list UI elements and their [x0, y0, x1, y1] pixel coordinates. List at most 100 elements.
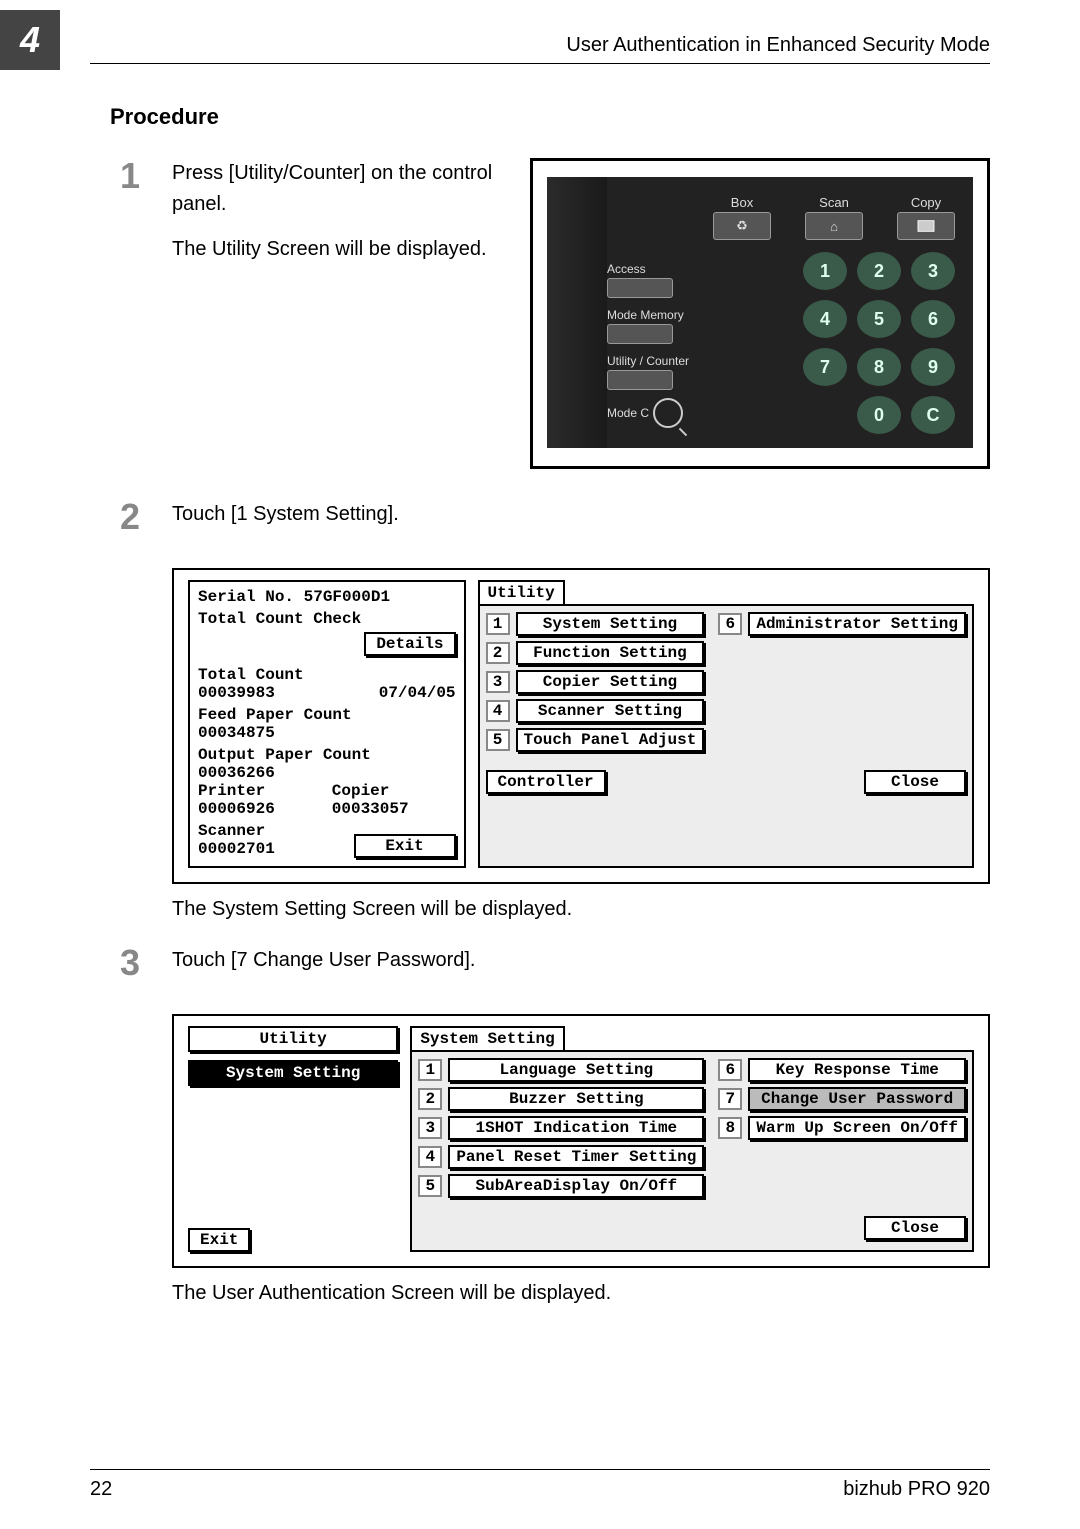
- details-button[interactable]: Details: [364, 632, 455, 656]
- step-2-text: Touch [1 System Setting].: [172, 499, 990, 530]
- scanner-value: 00002701: [198, 840, 275, 858]
- menu-item-2[interactable]: 2 Buzzer Setting: [418, 1087, 704, 1111]
- menu-item-label: Warm Up Screen On/Off: [748, 1116, 966, 1140]
- exit-button-2[interactable]: Exit: [188, 1228, 250, 1252]
- panel-access-button[interactable]: [607, 278, 673, 298]
- step-1-text-b: The Utility Screen will be displayed.: [172, 234, 502, 265]
- step-3-result: The User Authentication Screen will be d…: [172, 1282, 990, 1305]
- copy-icon: [915, 218, 937, 234]
- menu-item-number: 2: [486, 642, 510, 664]
- page-number: 22: [90, 1478, 112, 1501]
- nav-system-setting-button[interactable]: System Setting: [188, 1060, 398, 1086]
- output-paper-value: 00036266: [198, 764, 456, 782]
- menu-item-3[interactable]: 31SHOT Indication Time: [418, 1116, 704, 1140]
- product-name: bizhub PRO 920: [843, 1478, 990, 1501]
- keypad-0-button[interactable]: 0: [857, 396, 901, 434]
- menu-item-label: Buzzer Setting: [448, 1087, 704, 1111]
- keypad-5-button[interactable]: 5: [857, 300, 901, 338]
- serial-no-value: 57GF000D1: [304, 588, 390, 606]
- output-paper-label: Output Paper Count: [198, 746, 456, 764]
- menu-item-label: Touch Panel Adjust: [516, 728, 705, 752]
- copier-label: Copier: [332, 782, 456, 800]
- menu-item-label: Copier Setting: [516, 670, 705, 694]
- keypad-3-button[interactable]: 3: [911, 252, 955, 290]
- menu-item-number: 1: [418, 1059, 442, 1081]
- panel-access-label: Access: [607, 262, 717, 276]
- panel-utility-counter-button[interactable]: [607, 370, 673, 390]
- menu-item-7[interactable]: 7 Change User Password: [718, 1087, 966, 1111]
- menu-item-number: 2: [418, 1088, 442, 1110]
- scanner-icon: ⌂: [830, 219, 838, 234]
- printer-value: 00006926: [198, 800, 322, 818]
- panel-box-label: Box: [713, 195, 771, 210]
- panel-utility-counter-label: Utility / Counter: [607, 354, 717, 368]
- system-setting-title: System Setting: [410, 1026, 564, 1050]
- menu-item-4[interactable]: 4 Panel Reset Timer Setting: [418, 1145, 704, 1169]
- close-button[interactable]: Close: [864, 770, 966, 794]
- serial-no-label: Serial No.: [198, 588, 294, 606]
- recycle-icon: ♻: [736, 218, 748, 234]
- menu-item-number: 6: [718, 1059, 742, 1081]
- keypad-7-button[interactable]: 7: [803, 348, 847, 386]
- numeric-keypad: 123 456 7890C: [803, 252, 955, 434]
- menu-item-number: 8: [718, 1117, 742, 1139]
- feed-paper-value: 00034875: [198, 724, 456, 742]
- step-number-3: 3: [120, 945, 172, 990]
- step-2-result: The System Setting Screen will be displa…: [172, 898, 990, 921]
- step-1-text-a: Press [Utility/Counter] on the control p…: [172, 158, 502, 220]
- keypad-9-button[interactable]: 9: [911, 348, 955, 386]
- panel-mode-memory-button[interactable]: [607, 324, 673, 344]
- keypad-c-button[interactable]: C: [911, 396, 955, 434]
- panel-copy-label: Copy: [897, 195, 955, 210]
- menu-item-number: 5: [418, 1175, 442, 1197]
- magnifier-icon: [653, 398, 683, 428]
- feed-paper-label: Feed Paper Count: [198, 706, 456, 724]
- controller-button[interactable]: Controller: [486, 770, 606, 794]
- system-setting-screen-figure: Utility System Setting Exit System Setti…: [172, 1014, 990, 1268]
- menu-item-1[interactable]: 1Language Setting: [418, 1058, 704, 1082]
- menu-item-number: 4: [486, 700, 510, 722]
- menu-item-label: Function Setting: [516, 641, 705, 665]
- menu-item-number: 4: [418, 1146, 442, 1168]
- menu-item-5[interactable]: 5 SubAreaDisplay On/Off: [418, 1174, 704, 1198]
- total-count-check-label: Total Count Check: [198, 610, 456, 628]
- menu-item-label: Key Response Time: [748, 1058, 966, 1082]
- chapter-tab: 4: [0, 10, 60, 70]
- menu-item-1[interactable]: 1System Setting: [486, 612, 705, 636]
- procedure-heading: Procedure: [110, 104, 990, 130]
- menu-item-3[interactable]: 3 Copier Setting: [486, 670, 705, 694]
- keypad-2-button[interactable]: 2: [857, 252, 901, 290]
- step-number-1: 1: [120, 158, 172, 279]
- menu-item-label: SubAreaDisplay On/Off: [448, 1174, 704, 1198]
- keypad-8-button[interactable]: 8: [857, 348, 901, 386]
- copier-value: 00033057: [332, 800, 456, 818]
- close-button-2[interactable]: Close: [864, 1216, 966, 1240]
- menu-item-number: 6: [718, 613, 742, 635]
- total-count-value: 00039983: [198, 684, 275, 702]
- panel-scan-label: Scan: [805, 195, 863, 210]
- menu-item-number: 3: [486, 671, 510, 693]
- menu-item-6[interactable]: 6Administrator Setting: [718, 612, 966, 636]
- menu-item-5[interactable]: 5Touch Panel Adjust: [486, 728, 705, 752]
- keypad-6-button[interactable]: 6: [911, 300, 955, 338]
- total-count-label: Total Count: [198, 666, 456, 684]
- panel-scan-button[interactable]: Scan ⌂: [805, 195, 863, 240]
- control-panel-figure: Box ♻ Scan ⌂ Copy: [530, 158, 990, 469]
- nav-utility-button[interactable]: Utility: [188, 1026, 398, 1052]
- menu-item-8[interactable]: 8 Warm Up Screen On/Off: [718, 1116, 966, 1140]
- keypad-1-button[interactable]: 1: [803, 252, 847, 290]
- panel-mode-memory-label: Mode Memory: [607, 308, 717, 322]
- menu-item-label: Scanner Setting: [516, 699, 705, 723]
- menu-item-2[interactable]: 2 Function Setting: [486, 641, 705, 665]
- panel-box-button[interactable]: Box ♻: [713, 195, 771, 240]
- menu-item-6[interactable]: 6 Key Response Time: [718, 1058, 966, 1082]
- menu-item-number: 7: [718, 1088, 742, 1110]
- menu-item-label: Panel Reset Timer Setting: [448, 1145, 704, 1169]
- menu-item-label: Change User Password: [748, 1087, 966, 1111]
- panel-copy-button[interactable]: Copy: [897, 195, 955, 240]
- menu-item-4[interactable]: 4 Scanner Setting: [486, 699, 705, 723]
- utility-screen-figure: Serial No. 57GF000D1 Total Count Check D…: [172, 568, 990, 884]
- exit-button[interactable]: Exit: [354, 834, 456, 858]
- menu-item-label: 1SHOT Indication Time: [448, 1116, 704, 1140]
- keypad-4-button[interactable]: 4: [803, 300, 847, 338]
